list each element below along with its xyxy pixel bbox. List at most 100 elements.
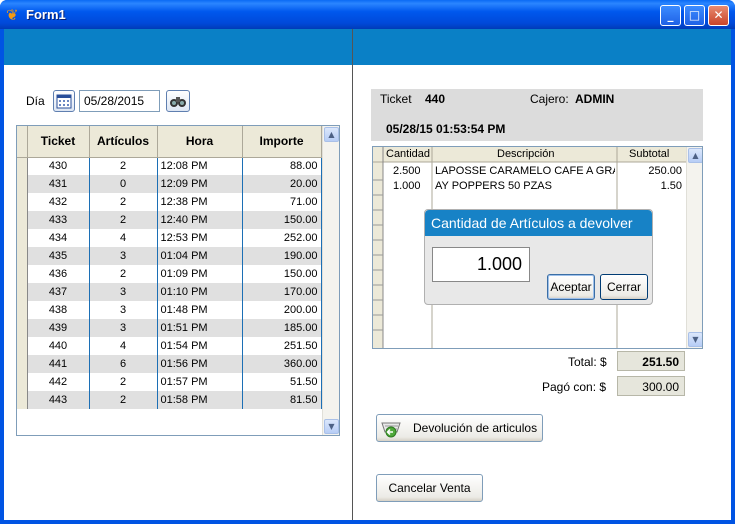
- table-row[interactable]: 434 4 12:53 PM 252.00: [17, 229, 322, 247]
- date-field[interactable]: [79, 90, 160, 112]
- table-row[interactable]: 433 2 12:40 PM 150.00: [17, 211, 322, 229]
- row-header[interactable]: [17, 157, 28, 175]
- sale-datetime: 05/28/15 01:53:54 PM: [386, 122, 506, 136]
- cell-ticket: 434: [27, 229, 90, 247]
- title-bar[interactable]: ❦ Form1 _ □ ✕: [0, 0, 735, 29]
- row-header[interactable]: [17, 301, 28, 319]
- cell-hora: 12:53 PM: [157, 229, 243, 247]
- total-label: Total: $: [568, 355, 607, 369]
- scroll-down-icon[interactable]: ▼: [688, 332, 702, 347]
- table-row[interactable]: 437 3 01:10 PM 170.00: [17, 283, 322, 301]
- scroll-up-icon[interactable]: ▲: [688, 148, 702, 163]
- table-row[interactable]: 443 2 01:58 PM 81.50: [17, 391, 322, 409]
- col-header-subtotal[interactable]: Subtotal: [629, 148, 669, 160]
- cell-hora: 01:57 PM: [157, 373, 243, 391]
- col-header-ticket[interactable]: Ticket: [27, 126, 90, 158]
- dialog-title: Cantidad de Artículos a devolver: [425, 210, 652, 236]
- cell-importe: 190.00: [242, 247, 322, 265]
- close-button[interactable]: ✕: [708, 5, 729, 26]
- row-header[interactable]: [17, 211, 28, 229]
- table-row[interactable]: 441 6 01:56 PM 360.00: [17, 355, 322, 373]
- cell-articulos: 6: [89, 355, 158, 373]
- table-row[interactable]: 439 3 01:51 PM 185.00: [17, 319, 322, 337]
- cell-ticket: 440: [27, 337, 90, 355]
- scroll-up-icon[interactable]: ▲: [324, 127, 339, 142]
- item-description: LAPOSSE CARAMELO CAFE A GRANEL: [435, 165, 615, 177]
- cell-ticket: 432: [27, 193, 90, 211]
- cell-importe: 360.00: [242, 355, 322, 373]
- item-subtotal: 1.50: [660, 180, 682, 192]
- item-qty: 1.000: [393, 180, 421, 192]
- row-header[interactable]: [17, 391, 28, 409]
- row-header[interactable]: [17, 265, 28, 283]
- minimize-button[interactable]: _: [660, 5, 681, 26]
- cell-articulos: 2: [89, 157, 158, 175]
- row-header[interactable]: [17, 283, 28, 301]
- close-dialog-button[interactable]: Cerrar: [600, 274, 648, 300]
- row-header[interactable]: [17, 319, 28, 337]
- scroll-down-icon[interactable]: ▼: [324, 419, 339, 434]
- cell-hora: 12:38 PM: [157, 193, 243, 211]
- cell-importe: 185.00: [242, 319, 322, 337]
- app-fox-icon: ❦: [6, 6, 19, 24]
- return-quantity-input[interactable]: 1.000: [432, 247, 530, 282]
- cell-hora: 01:10 PM: [157, 283, 243, 301]
- col-header-articulos[interactable]: Artículos: [89, 126, 158, 158]
- cell-hora: 12:40 PM: [157, 211, 243, 229]
- row-header[interactable]: [17, 175, 28, 193]
- total-value: 251.50: [617, 351, 685, 371]
- table-row[interactable]: 435 3 01:04 PM 190.00: [17, 247, 322, 265]
- cashier-name: ADMIN: [575, 92, 615, 106]
- col-header-hora[interactable]: Hora: [157, 126, 243, 158]
- return-items-label: Devolución de articulos: [413, 421, 538, 435]
- cancel-sale-button[interactable]: Cancelar Venta: [376, 474, 483, 502]
- row-header[interactable]: [17, 193, 28, 211]
- cell-importe: 81.50: [242, 391, 322, 409]
- cell-ticket: 443: [27, 391, 90, 409]
- table-row[interactable]: 442 2 01:57 PM 51.50: [17, 373, 322, 391]
- cell-articulos: 0: [89, 175, 158, 193]
- row-header[interactable]: [17, 229, 28, 247]
- maximize-button[interactable]: □: [684, 5, 705, 26]
- date-label: Día: [26, 94, 45, 108]
- cell-importe: 71.00: [242, 193, 322, 211]
- app-window: ❦ Form1 _ □ ✕ Día 05/28/2015 Ticket Artí…: [0, 0, 735, 524]
- table-row[interactable]: 438 3 01:48 PM 200.00: [17, 301, 322, 319]
- col-header-importe[interactable]: Importe: [242, 126, 322, 158]
- cell-importe: 150.00: [242, 265, 322, 283]
- cell-hora: 12:08 PM: [157, 157, 243, 175]
- tickets-scrollbar[interactable]: ▲ ▼: [322, 126, 339, 435]
- cell-hora: 01:54 PM: [157, 337, 243, 355]
- ticket-number: 440: [425, 92, 446, 106]
- table-row[interactable]: 436 2 01:09 PM 150.00: [17, 265, 322, 283]
- cell-hora: 01:51 PM: [157, 319, 243, 337]
- table-row[interactable]: 430 2 12:08 PM 88.00: [17, 157, 322, 175]
- items-scrollbar[interactable]: ▲ ▼: [686, 147, 702, 348]
- row-header[interactable]: [17, 355, 28, 373]
- cell-ticket: 436: [27, 265, 90, 283]
- table-row[interactable]: 431 0 12:09 PM 20.00: [17, 175, 322, 193]
- col-header-cantidad[interactable]: Cantidad: [386, 148, 430, 160]
- cell-hora: 01:56 PM: [157, 355, 243, 373]
- cell-hora: 01:48 PM: [157, 301, 243, 319]
- return-items-button[interactable]: Devolución de articulos: [376, 414, 543, 442]
- cell-articulos: 3: [89, 301, 158, 319]
- search-button[interactable]: [166, 90, 190, 112]
- cell-articulos: 3: [89, 283, 158, 301]
- col-header-descripcion[interactable]: Descripción: [497, 148, 554, 160]
- table-row[interactable]: 440 4 01:54 PM 251.50: [17, 337, 322, 355]
- cell-hora: 12:09 PM: [157, 175, 243, 193]
- row-header[interactable]: [17, 247, 28, 265]
- cell-articulos: 2: [89, 265, 158, 283]
- tickets-grid[interactable]: Ticket Artículos Hora Importe 430 2 12:08 …: [16, 125, 340, 436]
- cell-ticket: 441: [27, 355, 90, 373]
- row-header[interactable]: [17, 373, 28, 391]
- cell-hora: 01:04 PM: [157, 247, 243, 265]
- row-header[interactable]: [17, 337, 28, 355]
- cell-articulos: 3: [89, 319, 158, 337]
- cell-importe: 51.50: [242, 373, 322, 391]
- accept-button[interactable]: Aceptar: [547, 274, 595, 300]
- table-row[interactable]: 432 2 12:38 PM 71.00: [17, 193, 322, 211]
- cell-importe: 200.00: [242, 301, 322, 319]
- calendar-button[interactable]: [53, 90, 75, 112]
